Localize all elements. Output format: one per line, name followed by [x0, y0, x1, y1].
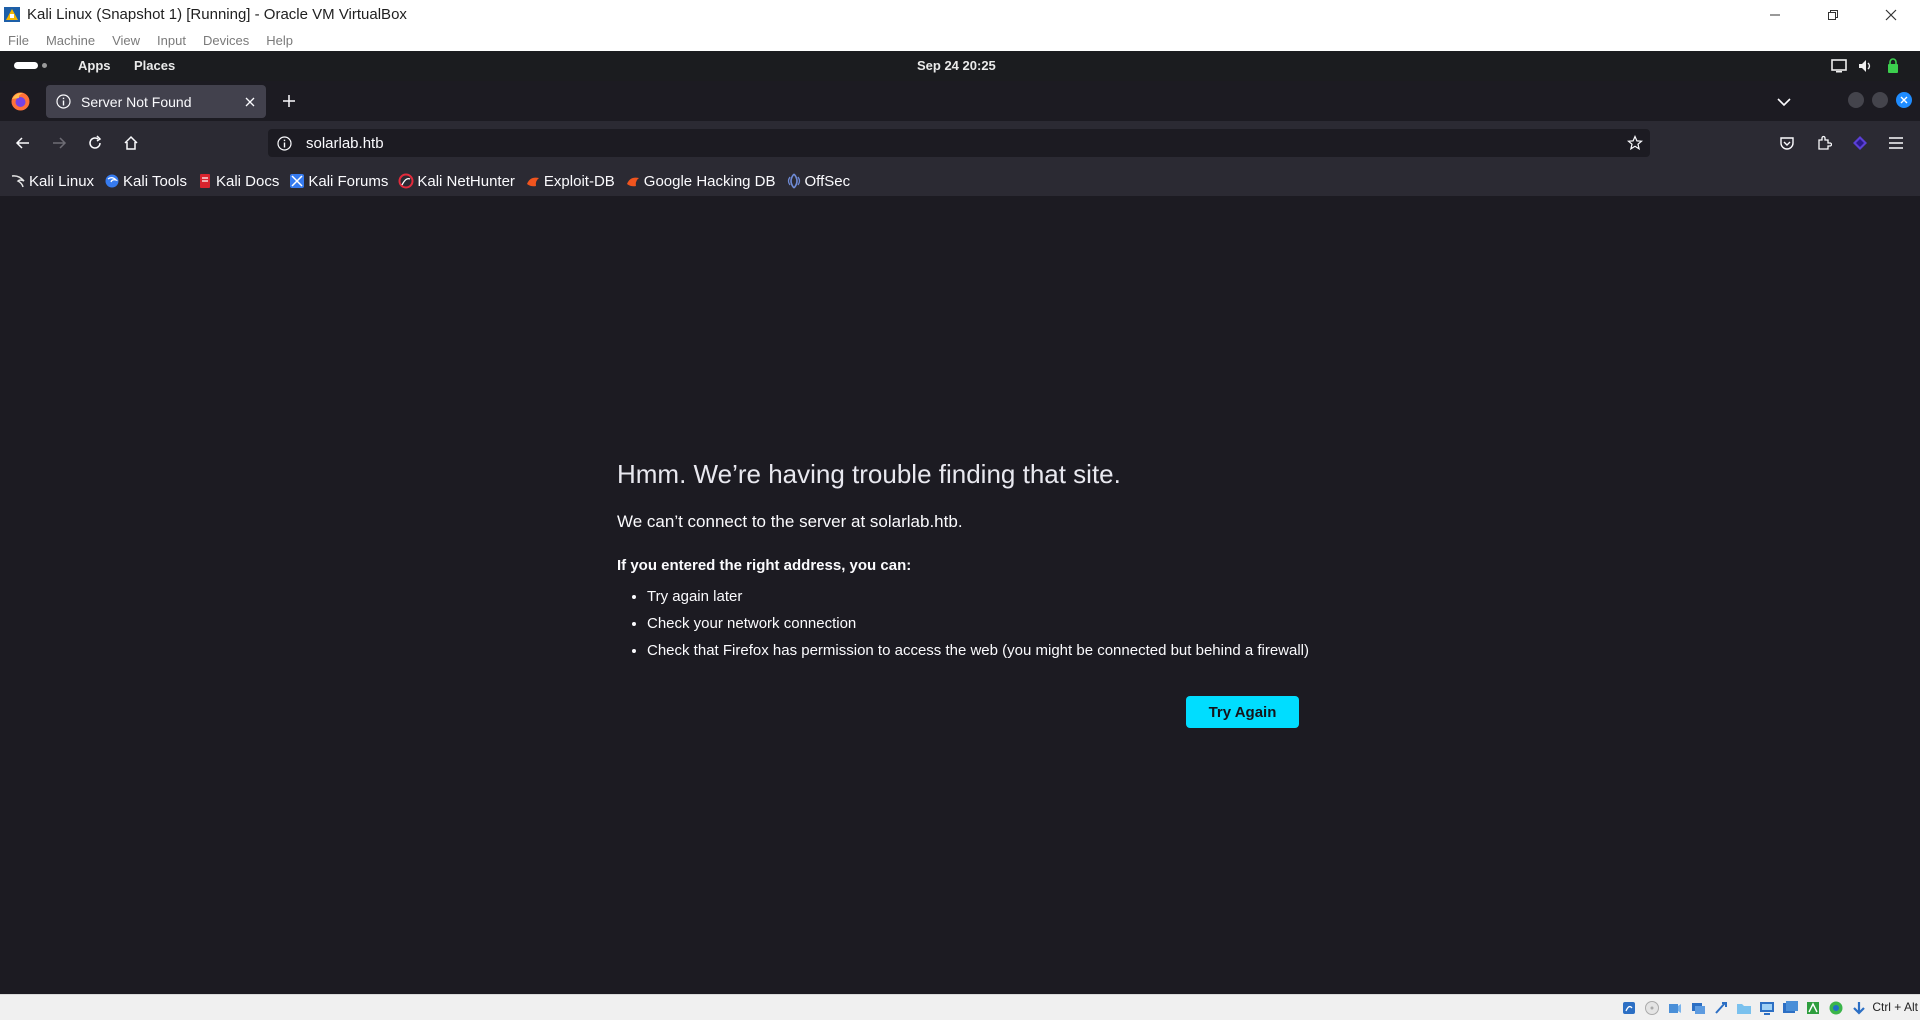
firefox-icon[interactable]: [10, 91, 31, 112]
kali-forums-icon: [289, 173, 305, 189]
error-hint: If you entered the right address, you ca…: [617, 557, 912, 574]
error-description: We can’t connect to the server at solarl…: [617, 512, 963, 531]
optical-drive-icon[interactable]: [1642, 999, 1661, 1017]
forward-button[interactable]: [48, 132, 70, 154]
back-button[interactable]: [12, 132, 34, 154]
cpu-icon[interactable]: [1803, 999, 1822, 1017]
workspace-dot: [42, 63, 47, 68]
pocket-icon[interactable]: [1776, 132, 1798, 154]
url-text[interactable]: solarlab.htb: [306, 135, 384, 152]
reload-button[interactable]: [84, 132, 106, 154]
list-all-tabs-button[interactable]: [1774, 92, 1794, 112]
suggestion-item: Check your network connection: [647, 615, 1337, 633]
error-title: Hmm. We’re having trouble finding that s…: [617, 459, 1121, 489]
hard-disk-icon[interactable]: [1619, 999, 1638, 1017]
close-tab-icon[interactable]: [239, 91, 261, 113]
vbox-menubar: File Machine View Input Devices Help: [0, 29, 1920, 51]
home-button[interactable]: [120, 132, 142, 154]
minimize-button[interactable]: [1746, 0, 1804, 29]
bookmark-label: OffSec: [804, 172, 851, 190]
bookmark-kali-forums[interactable]: Kali Forums: [289, 173, 388, 190]
network-icon[interactable]: [1688, 999, 1707, 1017]
bookmark-label: Kali NetHunter: [417, 172, 515, 190]
try-again-button[interactable]: Try Again: [1186, 696, 1299, 728]
menu-view[interactable]: View: [104, 33, 149, 48]
bookmark-label: Google Hacking DB: [643, 172, 776, 190]
usb-icon[interactable]: [1711, 999, 1730, 1017]
new-tab-button[interactable]: [279, 91, 299, 111]
info-icon: [55, 94, 71, 110]
nethunter-icon: [398, 173, 414, 189]
extensions-icon[interactable]: [1813, 132, 1835, 154]
bookmarks-toolbar: Kali Linux Kali Tools Kali Docs Kali For…: [0, 166, 1920, 196]
audio-icon[interactable]: [1665, 999, 1684, 1017]
shared-folders-icon[interactable]: [1734, 999, 1753, 1017]
offsec-icon: [786, 173, 802, 189]
volume-icon[interactable]: [1857, 57, 1875, 75]
kali-docs-icon: [197, 173, 213, 189]
kali-tools-icon: [104, 173, 120, 189]
bookmark-label: Exploit-DB: [543, 172, 615, 190]
suggestion-item: Try again later: [647, 588, 1337, 606]
vbox-titlebar: Kali Linux (Snapshot 1) [Running] - Orac…: [0, 0, 1920, 29]
guest-additions-icon[interactable]: [1826, 999, 1845, 1017]
apps-menu[interactable]: Apps: [78, 58, 111, 73]
page-content: Hmm. We’re having trouble finding that s…: [0, 196, 1920, 994]
url-bar[interactable]: solarlab.htb: [268, 129, 1650, 157]
navigation-toolbar: solarlab.htb: [0, 121, 1920, 166]
bookmark-kali-docs[interactable]: Kali Docs: [197, 173, 279, 190]
restore-button[interactable]: [1804, 0, 1862, 29]
active-workspace-indicator: [14, 62, 38, 69]
bookmark-label: Kali Forums: [308, 172, 389, 190]
error-container: Hmm. We’re having trouble finding that s…: [617, 458, 1337, 669]
bookmark-label: Kali Docs: [215, 172, 280, 190]
bookmark-google-hacking-db[interactable]: Google Hacking DB: [625, 173, 776, 190]
menu-help[interactable]: Help: [258, 33, 302, 48]
mouse-integration-icon[interactable]: [1849, 999, 1868, 1017]
tab-server-not-found[interactable]: Server Not Found: [46, 85, 266, 118]
tab-strip: Server Not Found: [0, 81, 1920, 121]
suggestion-list: Try again later Check your network conne…: [617, 588, 1337, 660]
places-menu[interactable]: Places: [134, 58, 175, 73]
bookmark-kali-linux[interactable]: Kali Linux: [10, 173, 94, 190]
window-title: Kali Linux (Snapshot 1) [Running] - Orac…: [27, 6, 407, 23]
host-key-label: Ctrl + Alt: [1872, 1000, 1918, 1014]
vpn-extension-icon[interactable]: [1849, 132, 1871, 154]
clock[interactable]: Sep 24 20:25: [917, 58, 996, 73]
screen-icon[interactable]: [1830, 57, 1848, 75]
menu-machine[interactable]: Machine: [38, 33, 104, 48]
kali-dragon-icon: [10, 173, 26, 189]
bookmark-kali-tools[interactable]: Kali Tools: [104, 173, 187, 190]
tab-title: Server Not Found: [81, 93, 192, 110]
menu-input[interactable]: Input: [149, 33, 195, 48]
ghdb-icon: [625, 173, 641, 189]
recording-icon[interactable]: [1780, 999, 1799, 1017]
menu-devices[interactable]: Devices: [195, 33, 258, 48]
workspace-indicator[interactable]: [14, 62, 47, 69]
bookmark-label: Kali Tools: [123, 172, 187, 190]
exploit-db-icon: [525, 173, 541, 189]
close-window-button[interactable]: [1862, 0, 1920, 29]
maximize-dot[interactable]: [1872, 92, 1888, 108]
close-browser-button[interactable]: [1896, 92, 1912, 108]
virtualbox-icon: [3, 5, 22, 24]
bookmark-label: Kali Linux: [29, 172, 95, 190]
menu-file[interactable]: File: [0, 33, 38, 48]
bookmark-offsec[interactable]: OffSec: [786, 172, 851, 190]
app-menu-icon[interactable]: [1885, 132, 1907, 154]
site-info-icon[interactable]: [275, 134, 293, 152]
bookmark-exploit-db[interactable]: Exploit-DB: [525, 173, 615, 190]
bookmark-star-icon[interactable]: [1626, 134, 1644, 152]
suggestion-item: Check that Firefox has permission to acc…: [647, 642, 1337, 660]
kali-top-panel: Apps Places Sep 24 20:25: [0, 51, 1920, 81]
minimize-dot[interactable]: [1848, 92, 1864, 108]
bookmark-kali-nethunter[interactable]: Kali NetHunter: [398, 173, 515, 190]
display-icon[interactable]: [1757, 999, 1776, 1017]
power-icon[interactable]: [1884, 57, 1902, 75]
vbox-statusbar: Ctrl + Alt: [0, 994, 1920, 1020]
